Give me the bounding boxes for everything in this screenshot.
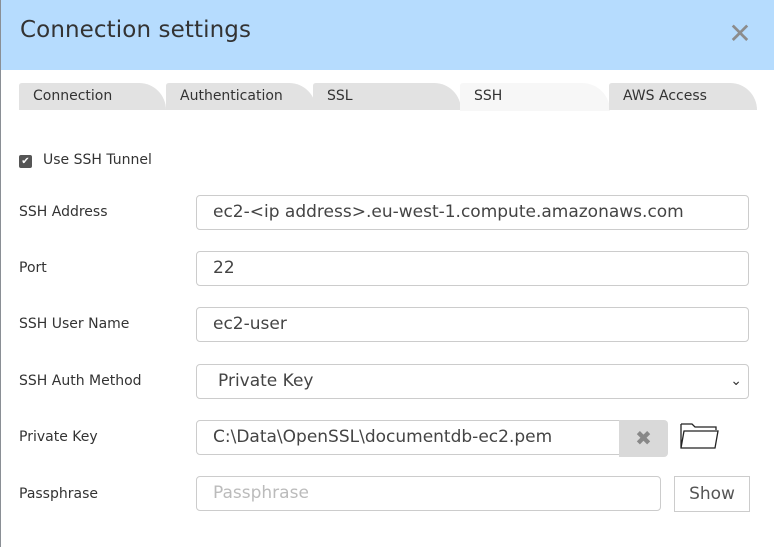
window-edge	[0, 0, 1, 547]
show-passphrase-button[interactable]: Show	[674, 476, 750, 512]
tab-bar: Connection Authentication SSL SSH AWS Ac…	[19, 83, 759, 111]
passphrase-input[interactable]: Passphrase	[196, 476, 661, 511]
port-input[interactable]: 22	[196, 251, 749, 286]
tab-ssl[interactable]: SSL	[313, 83, 461, 110]
tab-label: Authentication	[180, 88, 283, 104]
close-icon[interactable]: ✕	[728, 20, 752, 48]
dialog-header: Connection settings ✕	[1, 0, 774, 70]
use-ssh-tunnel-label: Use SSH Tunnel	[43, 152, 152, 168]
tab-aws-access[interactable]: AWS Access	[609, 83, 757, 110]
passphrase-placeholder: Passphrase	[213, 483, 309, 503]
private-key-input[interactable]: C:\Data\OpenSSL\documentdb-ec2.pem	[196, 420, 620, 455]
tab-authentication[interactable]: Authentication	[166, 83, 316, 110]
tab-label: SSH	[474, 88, 503, 104]
tab-label: SSL	[327, 88, 353, 104]
passphrase-label: Passphrase	[19, 486, 98, 502]
tab-connection[interactable]: Connection	[19, 83, 166, 110]
ssh-address-input[interactable]: ec2-<ip address>.eu-west-1.compute.amazo…	[196, 195, 749, 230]
ssh-auth-method-label: SSH Auth Method	[19, 373, 142, 389]
ssh-user-name-label: SSH User Name	[19, 316, 130, 332]
clear-icon[interactable]: ✖	[619, 420, 668, 457]
private-key-label: Private Key	[19, 429, 98, 445]
tab-label: Connection	[33, 88, 113, 104]
folder-icon[interactable]	[680, 421, 720, 451]
ssh-address-label: SSH Address	[19, 204, 108, 220]
use-ssh-tunnel-checkbox[interactable]: ✔ Use SSH Tunnel	[19, 152, 152, 168]
tab-ssh[interactable]: SSH	[460, 83, 610, 111]
ssh-user-name-input[interactable]: ec2-user	[196, 307, 749, 342]
selected-value: Private Key	[218, 371, 314, 391]
port-label: Port	[19, 260, 47, 276]
dialog-title: Connection settings	[20, 17, 252, 43]
chevron-down-icon: ⌄	[730, 373, 742, 389]
ssh-auth-method-select[interactable]: Private Key ⌄	[196, 364, 749, 399]
tab-label: AWS Access	[623, 88, 707, 104]
checkbox-checked-icon[interactable]: ✔	[19, 154, 32, 168]
